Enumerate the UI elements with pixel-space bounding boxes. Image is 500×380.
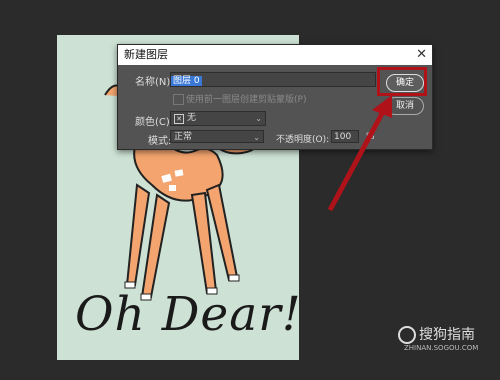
dialog-titlebar: 新建图层 ✕ xyxy=(118,45,432,65)
opacity-unit: % xyxy=(366,132,375,142)
color-value: 无 xyxy=(187,113,197,123)
opacity-value: 100 xyxy=(334,132,352,142)
oh-dear-caption: Oh Dear! xyxy=(75,287,302,342)
clip-mask-label: 使用前一图层创建剪贴蒙版(P) xyxy=(186,95,307,105)
dialog-title: 新建图层 xyxy=(124,48,168,61)
mode-value: 正常 xyxy=(174,132,193,142)
name-label: 名称(N): xyxy=(135,77,174,88)
watermark-brand: 搜狗指南 xyxy=(419,327,475,343)
mode-label: 模式: xyxy=(148,136,172,147)
highlight-box xyxy=(377,67,427,96)
layer-name-input[interactable]: 图层 0 xyxy=(170,72,376,87)
clip-mask-checkbox[interactable] xyxy=(173,94,184,105)
close-icon[interactable]: ✕ xyxy=(416,45,427,65)
chevron-down-icon: ⌄ xyxy=(255,114,262,123)
watermark-url: ZHINAN.SOGOU.COM xyxy=(404,344,479,352)
watermark: 搜狗指南 ZHINAN.SOGOU.COM xyxy=(398,324,478,352)
layer-name-value: 图层 0 xyxy=(171,76,202,86)
opacity-label: 不透明度(O): xyxy=(276,135,330,145)
opacity-input[interactable]: 100 xyxy=(331,130,359,143)
sogou-logo-icon xyxy=(398,326,416,344)
chevron-down-icon: ⌄ xyxy=(253,133,260,142)
color-label: 颜色(C): xyxy=(135,117,174,128)
new-layer-dialog: 新建图层 ✕ 名称(N): 图层 0 使用前一图层创建剪贴蒙版(P) 颜色(C)… xyxy=(117,44,433,150)
color-select[interactable]: ✕ 无 ⌄ xyxy=(170,111,266,126)
no-color-icon: ✕ xyxy=(174,114,184,124)
cancel-button[interactable]: 取消 xyxy=(386,97,424,115)
blend-mode-select[interactable]: 正常 ⌄ xyxy=(170,130,264,143)
